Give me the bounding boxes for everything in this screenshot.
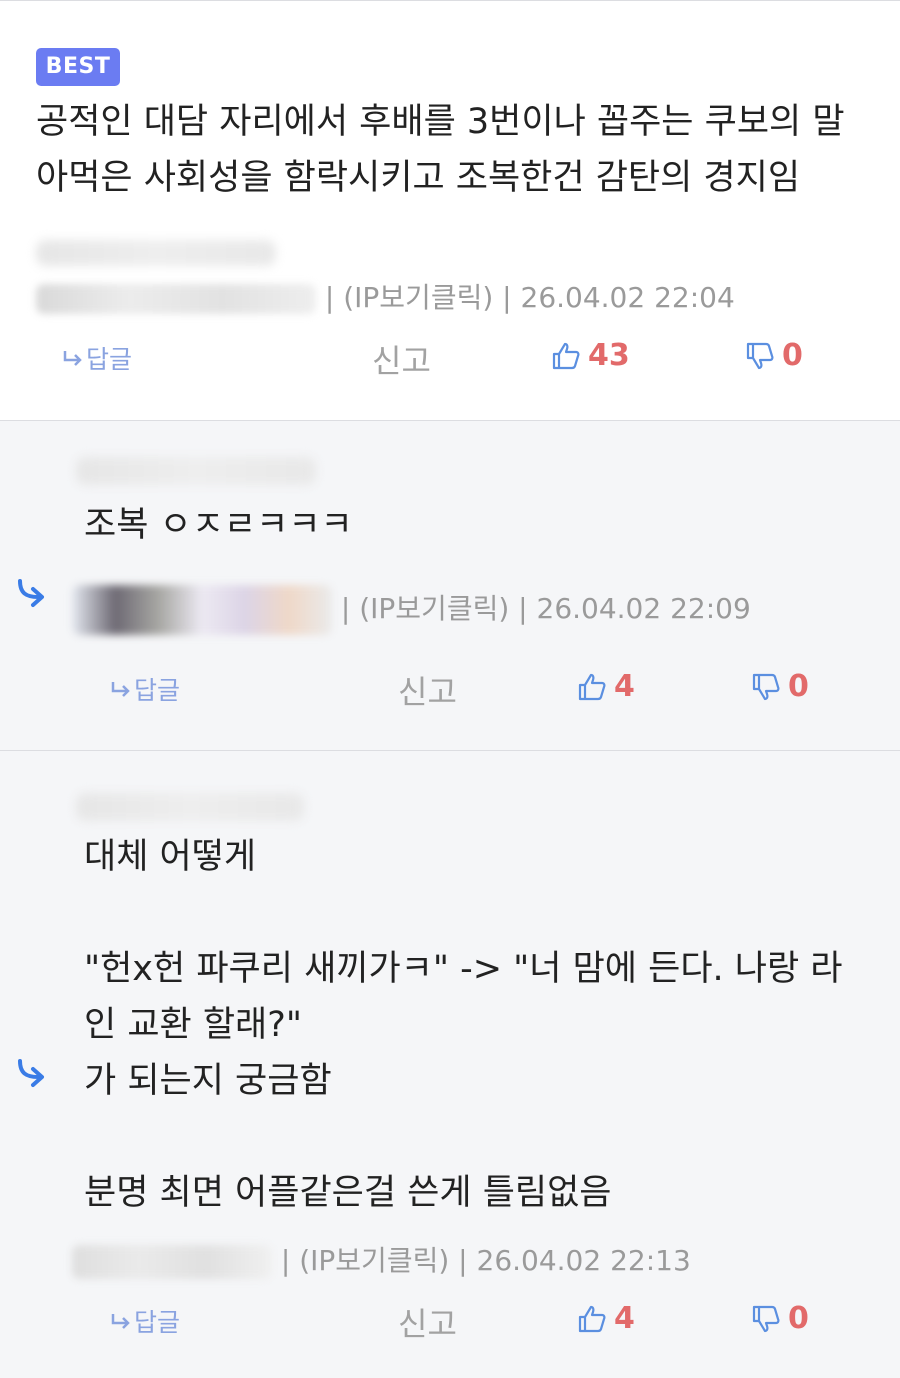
meta-text[interactable]: | (IP보기클릭) | 26.04.02 22:13 <box>272 1244 691 1277</box>
author-name-redacted <box>36 284 316 314</box>
upvote-count: 4 <box>614 1301 635 1336</box>
downvote-count: 0 <box>788 1301 809 1336</box>
comment-body: 공적인 대담 자리에서 후배를 3번이나 꼽주는 쿠보의 말아먹은 사회성을 함… <box>36 94 866 206</box>
reply-arrow-icon <box>111 682 130 697</box>
thumbs-up-icon <box>552 342 580 369</box>
comment-text: 분명 최면 어플같은걸 쓴게 틀림없음 <box>84 1173 612 1213</box>
reply-label: 답글 <box>134 1308 181 1337</box>
upvote-count: 4 <box>614 669 635 704</box>
thumbs-down-icon <box>752 673 780 700</box>
author-name-redacted <box>72 1245 272 1279</box>
report-button[interactable]: 신고 <box>398 667 457 713</box>
downvote-button[interactable]: 0 <box>750 1301 809 1336</box>
comment-body: 대체 어떻게 "헌x헌 파쿠리 새끼가ㅋ" -> "너 맘에 든다. 나랑 라인… <box>84 829 864 1221</box>
thumbs-down-icon <box>746 342 774 369</box>
reply-button[interactable]: 답글 <box>110 1303 180 1339</box>
reply-arrow-icon <box>111 1314 130 1329</box>
author-redacted <box>36 240 276 266</box>
best-badge: BEST <box>36 48 120 86</box>
report-button[interactable]: 신고 <box>372 336 431 382</box>
comment-text: 가 되는지 궁금함 <box>84 1061 332 1101</box>
downvote-count: 0 <box>788 669 809 704</box>
comment-text: 대체 어떻게 <box>84 837 257 877</box>
upvote-button[interactable]: 43 <box>550 338 630 373</box>
upvote-count: 43 <box>588 338 630 373</box>
reply-arrow-icon <box>63 351 82 366</box>
reply-button[interactable]: 답글 <box>110 671 180 707</box>
reply-label: 답글 <box>86 345 133 374</box>
meta-text[interactable]: | (IP보기클릭) | 26.04.02 22:04 <box>316 281 735 314</box>
comment-text: 조복 ㅇㅈㄹㅋㅋㅋ <box>84 505 353 545</box>
upvote-button[interactable]: 4 <box>576 1301 635 1336</box>
comment-actions: 답글 신고 43 0 <box>0 338 900 380</box>
best-comment: BEST 공적인 대담 자리에서 후배를 3번이나 꼽주는 쿠보의 말아먹은 사… <box>0 0 900 420</box>
reply-label: 답글 <box>134 676 181 705</box>
reply-button[interactable]: 답글 <box>62 340 132 376</box>
downvote-button[interactable]: 0 <box>750 669 809 704</box>
comment-actions: 답글 신고 4 0 <box>0 669 900 711</box>
downvote-button[interactable]: 0 <box>744 338 803 373</box>
meta-text[interactable]: | (IP보기클릭) | 26.04.02 22:09 <box>332 592 751 625</box>
comment-meta: | (IP보기클릭) | 26.04.02 22:09 <box>72 585 751 635</box>
comment-text: "헌x헌 파쿠리 새끼가ㅋ" -> "너 맘에 든다. 나랑 라인 교환 할래?… <box>84 949 843 1045</box>
author-redacted <box>76 457 316 485</box>
author-name-redacted <box>72 585 332 635</box>
comment-meta: | (IP보기클릭) | 26.04.02 22:04 <box>36 276 735 316</box>
thumbs-up-icon <box>578 1305 606 1332</box>
comment-body: 조복 ㅇㅈㄹㅋㅋㅋ <box>84 497 864 553</box>
comment-actions: 답글 신고 4 0 <box>0 1301 900 1343</box>
comment-text: 공적인 대담 자리에서 후배를 3번이나 꼽주는 쿠보의 말아먹은 사회성을 함… <box>36 102 845 198</box>
comment-meta: | (IP보기클릭) | 26.04.02 22:13 <box>72 1239 691 1279</box>
nested-reply-icon <box>18 1059 44 1087</box>
thumbs-up-icon <box>578 673 606 700</box>
downvote-count: 0 <box>782 338 803 373</box>
report-button[interactable]: 신고 <box>398 1299 457 1345</box>
thumbs-down-icon <box>752 1305 780 1332</box>
nested-reply-icon <box>18 579 44 607</box>
author-redacted <box>76 793 304 821</box>
upvote-button[interactable]: 4 <box>576 669 635 704</box>
